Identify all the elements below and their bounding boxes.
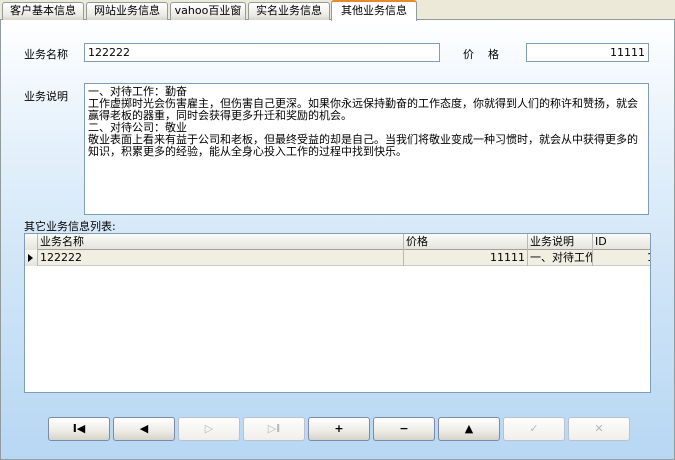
tab-bar: 客户基本信息 网站业务信息 vahoo百业窗 实名业务信息 其他业务信息 bbox=[0, 0, 675, 21]
column-header-name[interactable]: 业务名称 bbox=[38, 234, 404, 250]
tab-realname-business-info[interactable]: 实名业务信息 bbox=[248, 2, 330, 20]
column-header-id[interactable]: ID bbox=[593, 234, 650, 250]
grid-header: 业务名称 价格 业务说明 ID bbox=[25, 234, 650, 250]
other-business-list-title: 其它业务信息列表: bbox=[24, 220, 116, 233]
column-header-price[interactable]: 价格 bbox=[404, 234, 528, 250]
cross-icon: ✕ bbox=[594, 422, 604, 435]
price-input[interactable]: 11111 bbox=[526, 43, 649, 62]
other-business-grid[interactable]: 业务名称 价格 业务说明 ID 122222 11111 一、对待工作 18 bbox=[24, 233, 651, 393]
last-record-icon: ▷I bbox=[267, 422, 281, 435]
post-record-button[interactable]: ✓ bbox=[503, 417, 565, 441]
cell-price[interactable]: 11111 bbox=[404, 250, 528, 266]
up-triangle-icon: ▲ bbox=[464, 422, 474, 435]
cell-description[interactable]: 一、对待工作 bbox=[528, 250, 593, 266]
tab-label: 实名业务信息 bbox=[256, 4, 322, 17]
insert-record-button[interactable]: + bbox=[308, 417, 370, 441]
business-description-label: 业务说明 bbox=[24, 90, 68, 103]
tab-other-business-info[interactable]: 其他业务信息 bbox=[331, 0, 417, 21]
column-header-description[interactable]: 业务说明 bbox=[528, 234, 593, 250]
plus-icon: + bbox=[334, 422, 344, 435]
table-row[interactable]: 122222 11111 一、对待工作 18 bbox=[25, 250, 650, 266]
tab-page-other-business: 业务名称 122222 价 格 11111 业务说明 一、对待工作：勤奋 工作虚… bbox=[0, 20, 675, 460]
tab-label: 网站业务信息 bbox=[94, 4, 160, 17]
tab-label: 其他业务信息 bbox=[341, 4, 407, 17]
tab-vahoo-directory[interactable]: vahoo百业窗 bbox=[170, 2, 246, 20]
price-label: 价 格 bbox=[463, 48, 499, 61]
cell-id[interactable]: 18 bbox=[593, 250, 650, 266]
business-name-label: 业务名称 bbox=[24, 48, 68, 61]
checkmark-icon: ✓ bbox=[529, 422, 539, 435]
row-indicator bbox=[25, 250, 38, 266]
tab-customer-basic-info[interactable]: 客户基本信息 bbox=[2, 2, 84, 20]
business-description-memo[interactable]: 一、对待工作：勤奋 工作虚掷时光会伤害雇主，但伤害自己更深。如果你永远保持勤奋的… bbox=[84, 83, 649, 215]
prior-record-icon: ◀ bbox=[139, 422, 149, 435]
header-indicator bbox=[25, 234, 38, 250]
next-record-icon: ▷ bbox=[204, 422, 214, 435]
record-navigator: I◀ ◀ ▷ ▷I + − ▲ ✓ ✕ bbox=[48, 417, 633, 441]
business-name-input[interactable]: 122222 bbox=[84, 43, 440, 62]
cell-id-text: 18 bbox=[647, 251, 650, 264]
cancel-record-button[interactable]: ✕ bbox=[568, 417, 630, 441]
first-record-button[interactable]: I◀ bbox=[48, 417, 110, 441]
delete-record-button[interactable]: − bbox=[373, 417, 435, 441]
next-record-button[interactable]: ▷ bbox=[178, 417, 240, 441]
edit-record-button[interactable]: ▲ bbox=[438, 417, 500, 441]
minus-icon: − bbox=[399, 422, 409, 435]
current-row-arrow-icon bbox=[28, 254, 33, 262]
cell-name[interactable]: 122222 bbox=[38, 250, 404, 266]
tab-label: vahoo百业窗 bbox=[174, 4, 242, 17]
tab-website-business-info[interactable]: 网站业务信息 bbox=[86, 2, 168, 20]
tab-label: 客户基本信息 bbox=[10, 4, 76, 17]
last-record-button[interactable]: ▷I bbox=[243, 417, 305, 441]
prior-record-button[interactable]: ◀ bbox=[113, 417, 175, 441]
first-record-icon: I◀ bbox=[72, 422, 86, 435]
